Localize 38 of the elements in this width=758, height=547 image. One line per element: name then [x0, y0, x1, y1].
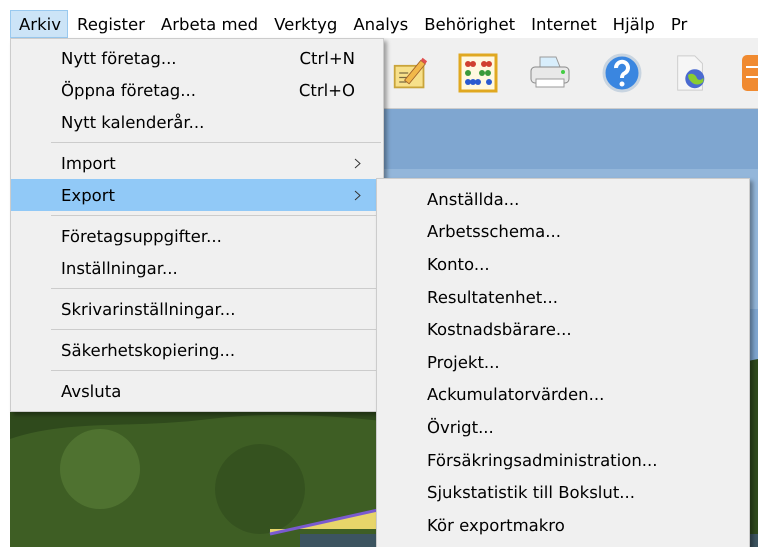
menu-item[interactable]: Inställningar...	[11, 252, 376, 284]
menu-item[interactable]: Öppna företag... Ctrl+O	[11, 74, 376, 106]
shortcut-label: Ctrl+N	[299, 48, 355, 68]
chevron-right-icon	[354, 190, 361, 200]
menu-item[interactable]: Verktyg	[265, 10, 344, 38]
tile-icon[interactable]	[740, 53, 758, 93]
menu-item[interactable]: Pr	[662, 10, 694, 38]
menu-item[interactable]: Skrivarinställningar...	[11, 293, 376, 325]
menu-item[interactable]: Analys	[344, 10, 416, 38]
menu-item[interactable]: Register	[68, 10, 152, 38]
menu-item[interactable]: Nytt kalenderår...	[11, 106, 376, 138]
menu-item[interactable]: Ackumulatorvärden...	[377, 378, 749, 412]
menu-item[interactable]: Säkerhetskopiering...	[11, 334, 376, 366]
menu-item[interactable]: Avsluta	[11, 375, 376, 407]
shortcut-label: Ctrl+O	[298, 80, 355, 100]
menu-item[interactable]: Arkiv	[10, 10, 68, 38]
abacus-icon[interactable]	[458, 53, 498, 93]
menu-item[interactable]: Internet	[522, 10, 604, 38]
menu-item[interactable]: Hjälp	[604, 10, 662, 38]
menu-item[interactable]: Resultatenhet...	[377, 280, 749, 314]
menu-item[interactable]: Behörighet	[415, 10, 522, 38]
help-icon[interactable]	[602, 53, 642, 93]
menu-item[interactable]: Arbetsschema...	[377, 216, 749, 248]
menu-item[interactable]: Sjukstatistik till Bokslut...	[377, 476, 749, 509]
menu-item[interactable]: Export	[11, 179, 376, 211]
menu-item[interactable]: Projekt...	[377, 346, 749, 379]
chevron-right-icon	[354, 158, 361, 168]
menu-item[interactable]: Nytt företag... Ctrl+N	[11, 42, 376, 74]
note-pencil-icon[interactable]	[392, 55, 428, 91]
menu-item[interactable]: Försäkringsadministration...	[377, 444, 749, 476]
menu-item[interactable]: Konto...	[377, 248, 749, 281]
menu-item[interactable]: Företagsuppgifter...	[11, 220, 376, 252]
menu-item[interactable]: Import	[11, 147, 376, 179]
menu-item[interactable]: Övrigt...	[377, 411, 749, 444]
menu-item[interactable]: Kör exportmakro	[377, 508, 749, 542]
menu-item[interactable]: Kostnadsbärare...	[377, 313, 749, 346]
menu-item[interactable]: Anställda...	[377, 183, 749, 216]
menu-item[interactable]: Arbeta med	[152, 10, 266, 38]
